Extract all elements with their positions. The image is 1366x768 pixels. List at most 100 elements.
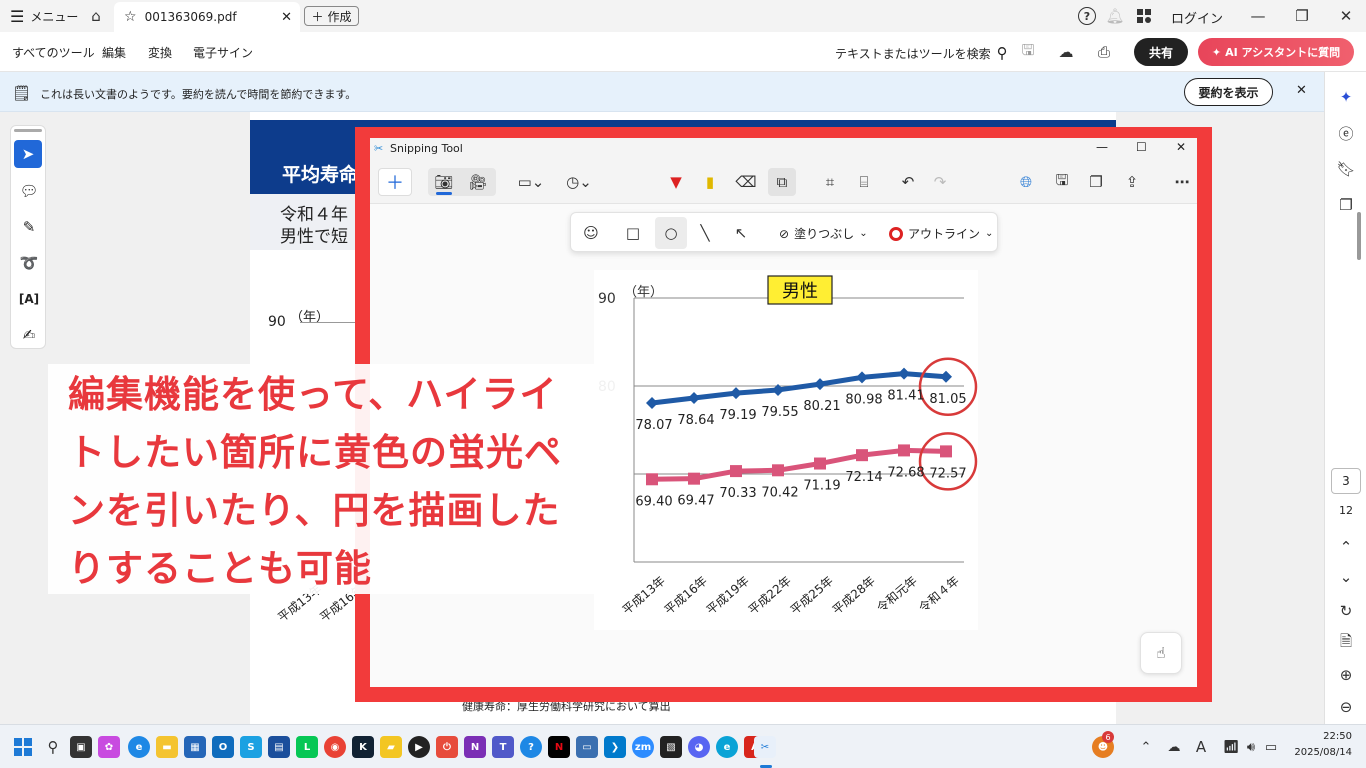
rectangle-icon[interactable]: □ <box>619 219 647 247</box>
store-icon[interactable]: ▦ <box>184 736 206 758</box>
edit-menu[interactable]: 編集 <box>102 44 126 61</box>
crop-icon[interactable]: ⌗ <box>816 168 844 196</box>
clock-time[interactable]: 22:50 <box>1292 731 1352 742</box>
ai-assistant-button[interactable]: ✦ AI アシスタントに質問 <box>1198 38 1354 66</box>
ime-icon[interactable]: A <box>1192 736 1210 758</box>
media-player-icon[interactable]: ▶ <box>408 736 430 758</box>
edge-beta-icon[interactable]: e <box>716 736 738 758</box>
netflix-icon[interactable]: N <box>548 736 570 758</box>
line-app-icon[interactable]: L <box>296 736 318 758</box>
print-icon[interactable]: ⎙ <box>1094 42 1114 62</box>
comments-panel-icon[interactable]: ⓔ <box>1335 122 1357 144</box>
battery-icon[interactable]: ▭ <box>1262 736 1280 758</box>
rotate-icon[interactable]: ↻ <box>1335 600 1357 622</box>
app-notes-icon[interactable]: ▧ <box>660 736 682 758</box>
arrow-icon[interactable]: ↖ <box>727 219 755 247</box>
app-power-icon[interactable]: ⏻ <box>436 736 458 758</box>
file-explorer-icon[interactable]: ▬ <box>156 736 178 758</box>
help-icon[interactable]: ? <box>1078 7 1096 25</box>
text-actions-icon[interactable]: ⌸ <box>850 168 878 196</box>
snip-shape-dropdown[interactable]: ▭⌄ <box>514 168 548 196</box>
task-view-icon[interactable]: ▣ <box>70 736 92 758</box>
bell-icon[interactable]: 🔔︎ <box>1105 6 1124 26</box>
fill-dropdown[interactable]: ⊘ 塗りつぶし ⌄ <box>779 225 868 242</box>
esign-menu[interactable]: 電子サイン <box>193 44 253 61</box>
clock-date[interactable]: 2025/08/14 <box>1290 747 1352 758</box>
snip-maximize-icon[interactable]: ☐ <box>1136 140 1147 154</box>
teams-icon[interactable]: T <box>492 736 514 758</box>
search-tools[interactable]: テキストまたはツールを検索 ⚲ <box>835 44 1008 62</box>
text-box-icon[interactable]: [A] <box>14 284 44 314</box>
video-icon[interactable]: 🎥︎ <box>464 168 492 196</box>
save-icon[interactable]: 🖫 <box>1018 41 1038 62</box>
upload-cloud-icon[interactable]: ☁ <box>1056 42 1076 62</box>
zoom-out-icon[interactable]: ⊖ <box>1335 696 1357 718</box>
onedrive-icon[interactable]: ☁ <box>1164 736 1184 758</box>
scrollbar-thumb[interactable] <box>1357 212 1361 260</box>
star-icon[interactable]: ☆ <box>124 9 137 25</box>
page-number-input[interactable]: 3 <box>1331 468 1361 494</box>
sign-icon[interactable]: ✍ <box>14 320 44 350</box>
start-windows-icon[interactable] <box>14 738 32 756</box>
outlook-icon[interactable]: O <box>212 736 234 758</box>
share-button[interactable]: 共有 <box>1134 38 1188 66</box>
undo-icon[interactable]: ↶ <box>894 168 922 196</box>
red-pen-icon[interactable]: ▼ <box>662 168 690 196</box>
show-summary-button[interactable]: 要約を表示 <box>1184 78 1273 106</box>
chrome-icon[interactable]: ◉ <box>324 736 346 758</box>
home-icon[interactable]: ⌂ <box>86 6 106 26</box>
apps-grid-icon[interactable] <box>1137 9 1151 23</box>
ai-summary-icon[interactable]: ✦ <box>1335 86 1357 108</box>
login-link[interactable]: ログイン <box>1171 8 1223 27</box>
shapes-icon[interactable]: ⧉ <box>768 168 796 196</box>
outline-dropdown[interactable]: アウトライン ⌄ <box>889 225 993 242</box>
new-snip-button[interactable]: ＋ <box>378 168 412 196</box>
highlighter-icon[interactable]: ▮ <box>696 168 724 196</box>
create-button[interactable]: ＋ 作成 <box>304 6 359 26</box>
globe-search-icon[interactable]: 🌐︎ <box>1012 168 1040 196</box>
all-tools-menu[interactable]: すべてのツール <box>12 44 95 61</box>
copy-icon[interactable]: ❐ <box>1082 168 1110 196</box>
share-icon[interactable]: ⇪ <box>1118 168 1146 196</box>
comment-icon[interactable]: 💬︎ <box>14 176 44 206</box>
app-k-icon[interactable]: K <box>352 736 374 758</box>
maximize-icon[interactable]: ❐ <box>1292 6 1312 26</box>
snip-close-icon[interactable]: ✕ <box>1176 140 1186 154</box>
edge-icon[interactable]: e <box>128 736 150 758</box>
sticky-notes-icon[interactable]: ▰ <box>380 736 402 758</box>
snip-minimize-icon[interactable]: — <box>1096 140 1108 154</box>
redo-icon[interactable]: ↷ <box>926 168 954 196</box>
line-icon[interactable]: ╲ <box>691 219 719 247</box>
pages-icon[interactable]: ❐ <box>1335 194 1357 216</box>
taskbar-snipping-icon[interactable]: ✂ <box>754 736 776 758</box>
close-window-icon[interactable]: ✕ <box>1336 6 1356 26</box>
more-options-icon[interactable]: ⋯ <box>1168 168 1196 196</box>
app-doc-icon[interactable]: ▤ <box>268 736 290 758</box>
highlight-pen-icon[interactable]: ✎ <box>14 212 44 242</box>
touch-writing-icon[interactable]: ☝ <box>1140 632 1182 674</box>
close-tab-icon[interactable]: ✕ <box>281 10 292 25</box>
tab-document[interactable]: ☆ 001363069.pdf ✕ <box>114 2 300 32</box>
bookmark-icon[interactable]: 🔖︎ <box>1335 158 1357 180</box>
onenote-icon[interactable]: N <box>464 736 486 758</box>
taskbar-search-icon[interactable]: ⚲ <box>42 736 64 758</box>
copilot-icon[interactable]: ✿ <box>98 736 120 758</box>
select-cursor-icon[interactable]: ➤ <box>14 140 42 168</box>
eraser-icon[interactable]: ⌫ <box>732 168 760 196</box>
app-s-icon[interactable]: S <box>240 736 262 758</box>
close-infobar-icon[interactable]: ✕ <box>1296 83 1307 98</box>
app-screen-icon[interactable]: ▭ <box>576 736 598 758</box>
delay-timer-dropdown[interactable]: ◷⌄ <box>562 168 596 196</box>
volume-icon[interactable]: 🔊︎ <box>1242 736 1260 758</box>
vscode-icon[interactable]: ❯ <box>604 736 626 758</box>
zoom-app-icon[interactable]: zm <box>632 736 654 758</box>
emoji-icon[interactable]: ☺ <box>577 219 605 247</box>
minimize-icon[interactable]: — <box>1248 6 1268 26</box>
prev-page-icon[interactable]: ⌃ <box>1335 536 1357 558</box>
circle-icon[interactable]: ○ <box>655 217 687 249</box>
page-fit-icon[interactable]: 🗎 <box>1335 632 1357 654</box>
convert-menu[interactable]: 変換 <box>148 44 172 61</box>
help-app-icon[interactable]: ? <box>520 736 542 758</box>
wifi-icon[interactable]: 📶︎ <box>1222 736 1240 758</box>
discord-icon[interactable]: ◕ <box>688 736 710 758</box>
